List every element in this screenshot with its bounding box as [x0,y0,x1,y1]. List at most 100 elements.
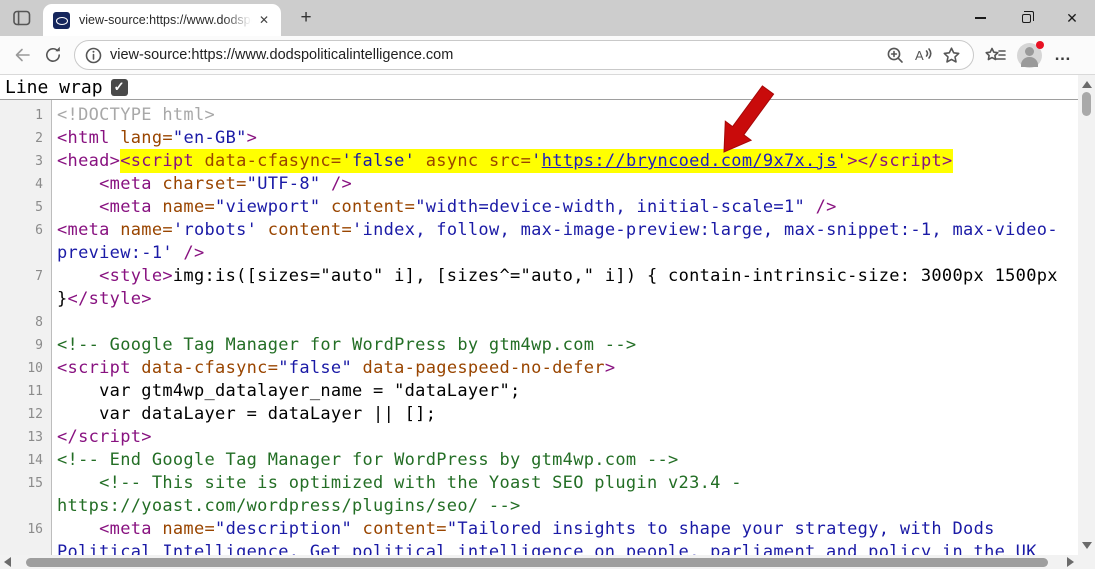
favorites-star-icon[interactable] [937,42,965,68]
back-button[interactable] [8,40,38,70]
code-segment: name= [152,197,215,217]
restore-button[interactable] [1003,0,1049,36]
code-segment: data-pagespeed-no-defer [352,358,605,378]
code-segment: img:is([sizes="auto" i], [sizes^="auto,"… [173,266,1058,286]
line-number: 2 [0,127,52,150]
code-segment: /> [320,174,352,194]
code-line: <meta charset="UTF-8" /> [52,173,352,196]
read-aloud-icon[interactable]: A [909,42,937,68]
code-segment: </script> [57,427,152,447]
code-segment: <!-- End Google Tag Manager for WordPres… [57,450,679,470]
line-number: 9 [0,334,52,357]
scroll-right-icon[interactable] [1067,557,1074,567]
code-segment: lang= [110,128,173,148]
tab-actions-menu-icon[interactable] [11,8,33,28]
code-segment: <meta [57,220,110,240]
scroll-down-icon[interactable] [1082,542,1092,549]
code-segment: /> [805,197,837,217]
horizontal-scrollbar[interactable] [0,555,1078,569]
code-segment: </style> [68,289,152,309]
notification-dot [1036,41,1044,49]
code-segment: <!-- This site is optimized with the Yoa… [57,473,742,493]
code-row: 9<!-- Google Tag Manager for WordPress b… [0,334,1078,357]
scroll-left-icon[interactable] [4,557,11,567]
code-row: Political Intelligence. Get political in… [0,541,1078,555]
code-segment: "viewport" [215,197,320,217]
url-text[interactable]: view-source:https://www.dodspoliticalint… [110,47,881,63]
close-button[interactable]: ✕ [1049,0,1095,36]
code-segment: <style> [99,266,173,286]
code-segment: <script [120,149,194,173]
horizontal-scrollbar-thumb[interactable] [26,558,1048,567]
line-number: 11 [0,380,52,403]
line-number: 15 [0,472,52,495]
code-line: <script data-cfasync="false" data-pagesp… [52,357,615,380]
code-row: 10<script data-cfasync="false" data-page… [0,357,1078,380]
minimize-button[interactable] [957,0,1003,36]
vertical-scrollbar[interactable] [1078,75,1095,569]
scrollbar-corner [1078,555,1095,569]
code-segment: "en-GB" [173,128,247,148]
avatar-body [1021,57,1038,67]
zoom-level-icon[interactable] [881,42,909,68]
line-number: 10 [0,357,52,380]
code-segment: <meta [99,519,152,539]
code-rows: 1<!DOCTYPE html>2<html lang="en-GB">3<he… [0,100,1078,555]
code-segment: > [247,128,258,148]
code-segment: <!-- Google Tag Manager for WordPress by… [57,335,636,355]
new-tab-button[interactable]: + [295,7,317,29]
browser-tab[interactable]: view-source:https://www.dodspol ✕ [43,4,281,36]
code-segment: data-cfasync= [131,358,279,378]
code-row: 8 [0,311,1078,334]
code-row: 6<meta name='robots' content='index, fol… [0,219,1078,242]
minimize-icon [975,17,986,18]
line-number: 12 [0,403,52,426]
code-segment: <!DOCTYPE html> [57,105,215,125]
code-segment: preview:-1' [57,243,173,263]
address-bar[interactable]: view-source:https://www.dodspoliticalint… [74,40,974,70]
page-info-icon[interactable] [85,47,102,64]
avatar-head [1025,47,1034,56]
code-segment: data-cfasync= [194,149,342,173]
code-line: </script> [52,426,152,449]
code-segment: "false" [278,358,352,378]
svg-text:A: A [915,48,924,63]
line-number: 1 [0,104,52,127]
code-line: <!-- Google Tag Manager for WordPress by… [52,334,636,357]
code-segment: ' [531,149,542,173]
code-segment: 'index, follow, max-image-preview:large,… [352,220,1058,240]
bryncoed-script-link[interactable]: https://bryncoed.com/9x7x.js [542,149,837,173]
tab-close-icon[interactable]: ✕ [255,11,273,29]
line-wrap-checkbox[interactable]: ✓ [111,79,128,96]
profile-avatar[interactable] [1017,43,1042,68]
code-line: <!DOCTYPE html> [52,104,215,127]
code-line: <html lang="en-GB"> [52,127,257,150]
code-segment: https://yoast.com/wordpress/plugins/seo/… [57,496,521,516]
line-wrap-label: Line wrap [5,77,103,98]
collections-icon[interactable] [982,42,1010,68]
code-segment: content= [257,220,352,240]
line-number: 4 [0,173,52,196]
code-segment: name= [110,220,173,240]
restore-icon [1022,14,1031,23]
code-row: 2<html lang="en-GB"> [0,127,1078,150]
code-segment: ' [837,149,848,173]
line-wrap-header: Line wrap ✓ [0,75,1078,100]
code-segment: name= [152,519,215,539]
code-line [52,311,57,334]
code-segment: var gtm4wp_datalayer_name = "dataLayer"; [57,381,521,401]
code-row: 15 <!-- This site is optimized with the … [0,472,1078,495]
settings-more-icon[interactable]: … [1049,41,1077,69]
code-segment: <html [57,128,110,148]
code-line: Political Intelligence. Get political in… [52,541,1037,555]
vertical-scrollbar-thumb[interactable] [1082,92,1091,116]
scroll-up-icon[interactable] [1082,81,1092,88]
code-segment: } [57,289,68,309]
refresh-button[interactable] [38,40,68,70]
code-segment: <head> [57,151,120,171]
code-segment [57,197,99,217]
code-segment [57,519,99,539]
browser-window: view-source:https://www.dodspol ✕ + ✕ vi… [0,0,1095,569]
line-number: 8 [0,311,52,334]
code-row: 4 <meta charset="UTF-8" /> [0,173,1078,196]
